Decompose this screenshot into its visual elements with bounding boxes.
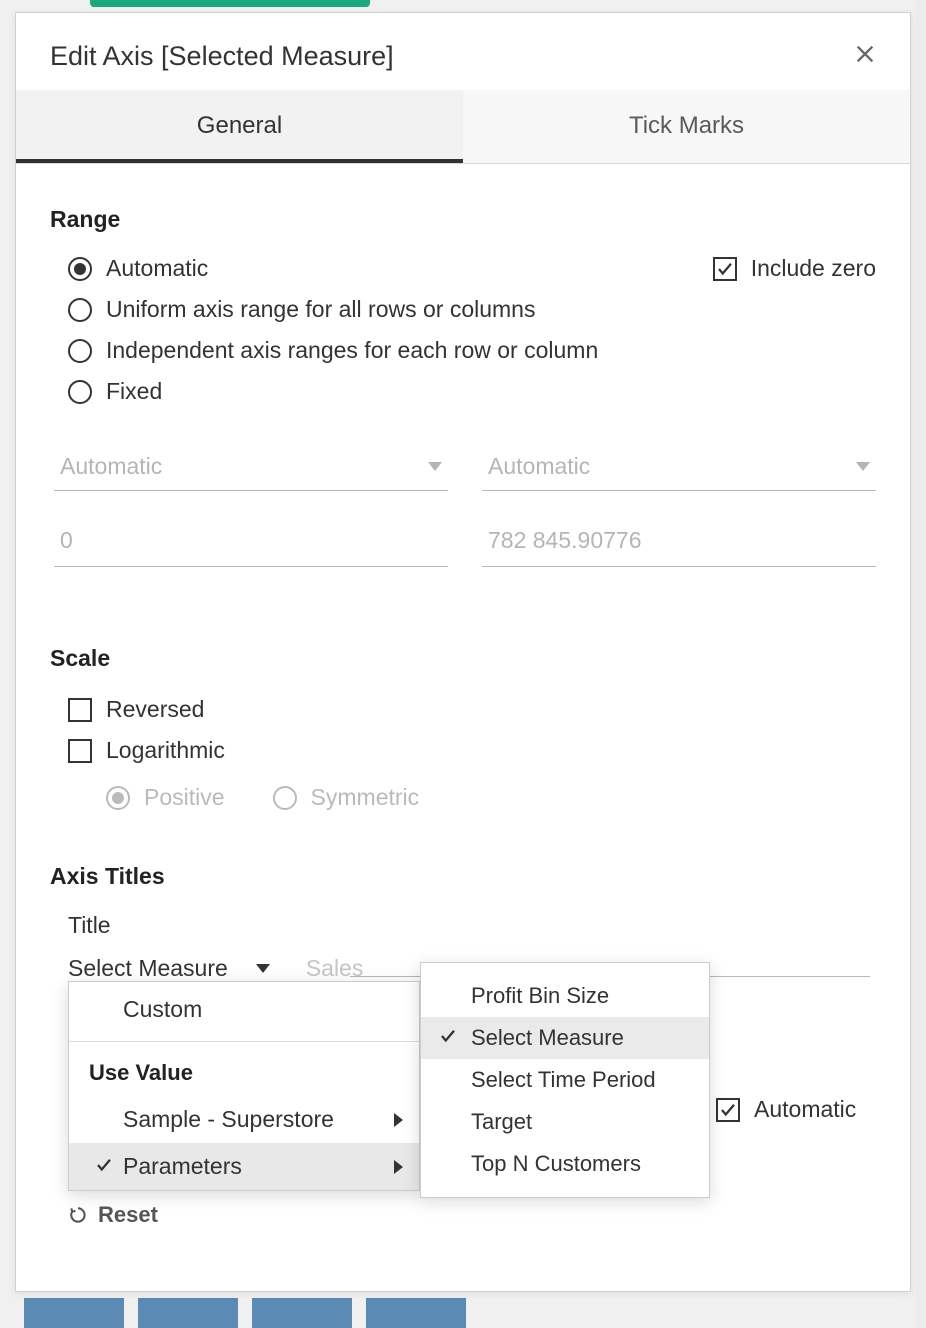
chevron-down-icon — [856, 462, 870, 471]
param-item-top-n[interactable]: Top N Customers — [421, 1143, 709, 1185]
checkbox-box-icon — [68, 739, 92, 763]
param-item-profit-bin-size[interactable]: Profit Bin Size — [421, 975, 709, 1017]
checkbox-label: Automatic — [754, 1096, 856, 1123]
flyout-item-label: Sample - Superstore — [123, 1106, 334, 1133]
radio-circle-icon — [106, 786, 130, 810]
radio-symmetric: Symmetric — [273, 784, 420, 811]
subtitle-automatic-checkbox[interactable]: Automatic — [716, 1096, 856, 1123]
sheet-tab[interactable] — [24, 1298, 124, 1328]
fixed-end-input[interactable] — [482, 519, 876, 567]
radio-label: Symmetric — [311, 784, 420, 811]
dropdown-value: Automatic — [60, 453, 162, 480]
radio-uniform[interactable]: Uniform axis range for all rows or colum… — [68, 296, 598, 323]
radio-automatic[interactable]: Automatic — [68, 255, 598, 282]
right-edge-bar — [916, 0, 926, 1328]
fixed-mode-row: Automatic Automatic — [54, 445, 876, 491]
param-label: Top N Customers — [471, 1151, 641, 1177]
dialog-title: Edit Axis [Selected Measure] — [50, 41, 394, 72]
radio-circle-icon — [68, 339, 92, 363]
title-label: Title — [68, 912, 876, 939]
tab-tick-marks[interactable]: Tick Marks — [463, 90, 910, 163]
tab-general[interactable]: General — [16, 90, 463, 163]
check-icon — [95, 1153, 113, 1180]
reset-button[interactable]: Reset — [68, 1202, 876, 1228]
check-icon — [716, 260, 734, 278]
radio-circle-icon — [273, 786, 297, 810]
checkbox-box-icon — [713, 257, 737, 281]
fixed-start-input[interactable] — [54, 519, 448, 567]
close-button[interactable] — [854, 43, 876, 70]
sheet-tab[interactable] — [252, 1298, 352, 1328]
chevron-down-icon — [256, 964, 270, 973]
flyout-item-datasource[interactable]: Sample - Superstore — [69, 1096, 419, 1143]
checkbox-include-zero[interactable]: Include zero — [713, 255, 876, 282]
sheet-tab[interactable] — [138, 1298, 238, 1328]
chevron-down-icon — [428, 462, 442, 471]
radio-fixed[interactable]: Fixed — [68, 378, 598, 405]
fixed-end-mode-dropdown[interactable]: Automatic — [482, 445, 876, 491]
title-dropdown[interactable]: Select Measure — [68, 955, 270, 982]
reset-label: Reset — [98, 1202, 158, 1228]
range-row: Automatic Uniform axis range for all row… — [50, 255, 876, 405]
log-mode-row: Positive Symmetric — [106, 784, 876, 811]
dropdown-value: Automatic — [488, 453, 590, 480]
reset-icon — [68, 1205, 88, 1225]
sheet-tabs-bottom — [24, 1298, 466, 1328]
scale-checkbox-list: Reversed Logarithmic — [68, 696, 876, 764]
param-label: Select Time Period — [471, 1067, 656, 1093]
radio-label: Uniform axis range for all rows or colum… — [106, 296, 535, 323]
check-icon — [719, 1101, 737, 1119]
menu-divider — [69, 1041, 419, 1042]
checkbox-label: Reversed — [106, 696, 204, 723]
checkbox-logarithmic[interactable]: Logarithmic — [68, 737, 876, 764]
param-label: Target — [471, 1109, 532, 1135]
radio-circle-icon — [68, 257, 92, 281]
checkbox-box-icon — [716, 1098, 740, 1122]
param-label: Select Measure — [471, 1025, 624, 1051]
checkbox-box-icon — [68, 698, 92, 722]
flyout-heading-use-value: Use Value — [69, 1046, 419, 1096]
close-icon — [854, 43, 876, 65]
radio-label: Positive — [144, 784, 225, 811]
flyout-item-parameters[interactable]: Parameters — [69, 1143, 419, 1190]
param-item-select-time-period[interactable]: Select Time Period — [421, 1059, 709, 1101]
scale-heading: Scale — [50, 645, 876, 672]
radio-label: Fixed — [106, 378, 162, 405]
title-source-flyout: Custom Use Value Sample - Superstore Par… — [68, 981, 420, 1191]
sheet-tab[interactable] — [366, 1298, 466, 1328]
param-item-select-measure[interactable]: Select Measure — [421, 1017, 709, 1059]
radio-positive: Positive — [106, 784, 225, 811]
radio-circle-icon — [68, 380, 92, 404]
subtitle-faded: Sales — [306, 955, 364, 982]
parameters-flyout: Profit Bin Size Select Measure Select Ti… — [420, 962, 710, 1198]
flyout-item-label: Parameters — [123, 1153, 242, 1180]
title-value: Select Measure — [68, 955, 228, 982]
fixed-value-row — [54, 519, 876, 567]
param-label: Profit Bin Size — [471, 983, 609, 1009]
tab-bar: General Tick Marks — [16, 90, 910, 164]
range-heading: Range — [50, 206, 876, 233]
checkbox-label: Logarithmic — [106, 737, 225, 764]
check-icon — [439, 1025, 457, 1051]
flyout-item-custom[interactable]: Custom — [69, 982, 419, 1037]
scale-section: Scale Reversed Logarithmic Positive — [50, 645, 876, 811]
fixed-start-mode-dropdown[interactable]: Automatic — [54, 445, 448, 491]
teal-accent-bar — [90, 0, 370, 7]
chevron-right-icon — [394, 1113, 403, 1127]
range-radio-group: Automatic Uniform axis range for all row… — [68, 255, 598, 405]
chevron-right-icon — [394, 1160, 403, 1174]
axis-titles-heading: Axis Titles — [50, 863, 876, 890]
dialog-header: Edit Axis [Selected Measure] — [16, 13, 910, 90]
checkbox-reversed[interactable]: Reversed — [68, 696, 876, 723]
radio-circle-icon — [68, 298, 92, 322]
radio-label: Automatic — [106, 255, 208, 282]
radio-independent[interactable]: Independent axis ranges for each row or … — [68, 337, 598, 364]
param-item-target[interactable]: Target — [421, 1101, 709, 1143]
checkbox-label: Include zero — [751, 255, 876, 282]
radio-label: Independent axis ranges for each row or … — [106, 337, 598, 364]
